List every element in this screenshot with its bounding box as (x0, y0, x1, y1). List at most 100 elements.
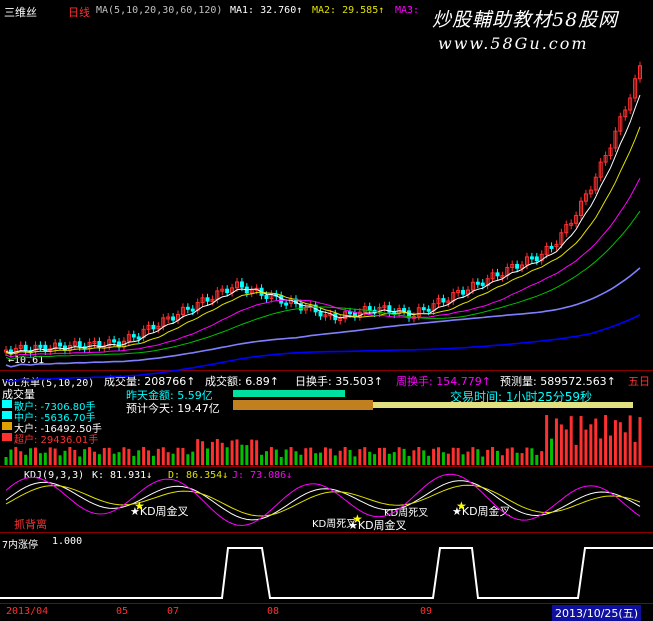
volume-bar (368, 451, 372, 465)
volume-bar (48, 447, 52, 465)
moving-average-line (5, 94, 641, 354)
volume-bar (186, 454, 190, 465)
volume-bar (112, 453, 116, 465)
volume-bar (260, 454, 264, 465)
volume-bar (166, 452, 170, 465)
volume-bar (201, 441, 205, 465)
volume-bar (510, 447, 514, 465)
volume-bar (4, 457, 8, 465)
volume-bar (378, 447, 382, 465)
volume-bar (328, 448, 332, 465)
volume-bar (63, 450, 67, 465)
volume-bar (427, 455, 431, 465)
volume-bar (402, 448, 406, 465)
volume-bar (78, 456, 82, 465)
volume-bar (245, 445, 249, 465)
volume-bar (633, 441, 637, 465)
volume-bar (151, 455, 155, 465)
volume-bar (156, 448, 160, 465)
volume-bar (574, 444, 578, 465)
volume-bar (545, 415, 549, 465)
volume-bar (618, 422, 622, 465)
volume-bar (363, 447, 367, 465)
volume-bar (609, 435, 613, 465)
volume-bar (495, 450, 499, 465)
volume-bar (176, 447, 180, 465)
volume-bar (550, 438, 554, 465)
volume-bar (88, 447, 92, 465)
price-candle (495, 272, 500, 277)
volume-bar (623, 432, 627, 465)
chart-canvas: ★ ★ ★ (0, 61, 653, 599)
kdj-d-line (5, 484, 641, 517)
volume-bar (269, 447, 273, 465)
volume-bar (422, 450, 426, 465)
price-candle (77, 341, 82, 348)
kdj-j-line (5, 473, 641, 527)
price-candle (23, 344, 28, 352)
volume-bar (97, 454, 101, 465)
volume-bar (319, 452, 323, 465)
volume-bar (559, 424, 563, 465)
volume-bar (481, 456, 485, 465)
volume-bar (604, 415, 608, 465)
volume-bar (505, 448, 509, 465)
volume-bar (589, 424, 593, 465)
price-candle (529, 256, 534, 260)
price-candle (264, 294, 269, 300)
limit-up-step-line (0, 547, 653, 599)
volume-bar (196, 439, 200, 465)
volume-bar (343, 447, 347, 465)
volume-bar (289, 447, 293, 465)
volume-bar (279, 456, 283, 465)
volume-bar (358, 449, 362, 465)
volume-bar (387, 453, 391, 465)
volume-bar (461, 454, 465, 465)
price-candle (426, 308, 431, 312)
volume-bar (38, 453, 42, 465)
volume-bar (314, 453, 318, 465)
price-candle (421, 307, 426, 311)
volume-bar (530, 448, 534, 465)
volume-bar (220, 442, 224, 465)
price-candle (151, 324, 156, 330)
volume-bar (476, 449, 480, 465)
volume-bar (397, 447, 401, 465)
volume-bar (486, 449, 490, 465)
volume-bar (294, 451, 298, 465)
volume-bar (599, 438, 603, 465)
price-candle (171, 316, 176, 321)
volume-bar (304, 448, 308, 465)
volume-bar (43, 452, 47, 465)
volume-bar (594, 418, 598, 465)
price-candle (190, 308, 195, 312)
volume-bar (206, 448, 210, 465)
volume-bar (92, 451, 96, 465)
volume-bar (323, 447, 327, 465)
price-candle (318, 311, 323, 317)
volume-bar (466, 451, 470, 465)
volume-bar (19, 451, 23, 465)
star-marker: ★ (352, 512, 363, 526)
volume-bar (181, 448, 185, 465)
volume-bar (171, 453, 175, 465)
moving-average-line (5, 210, 641, 360)
volume-bar (471, 447, 475, 465)
volume-bar (407, 455, 411, 465)
volume-bar (274, 449, 278, 465)
volume-bar (392, 452, 396, 465)
volume-bar (412, 450, 416, 465)
volume-bar (628, 415, 632, 465)
volume-bar (53, 448, 57, 465)
volume-bar (436, 447, 440, 465)
price-candle (58, 342, 63, 347)
volume-bar (142, 447, 146, 465)
volume-bar (584, 429, 588, 465)
price-candle (367, 306, 372, 311)
volume-bar (137, 450, 141, 465)
volume-bar (225, 447, 229, 465)
volume-bar (446, 453, 450, 465)
moving-average-line (5, 177, 641, 358)
volume-bar (613, 420, 617, 465)
volume-bar (569, 416, 573, 465)
